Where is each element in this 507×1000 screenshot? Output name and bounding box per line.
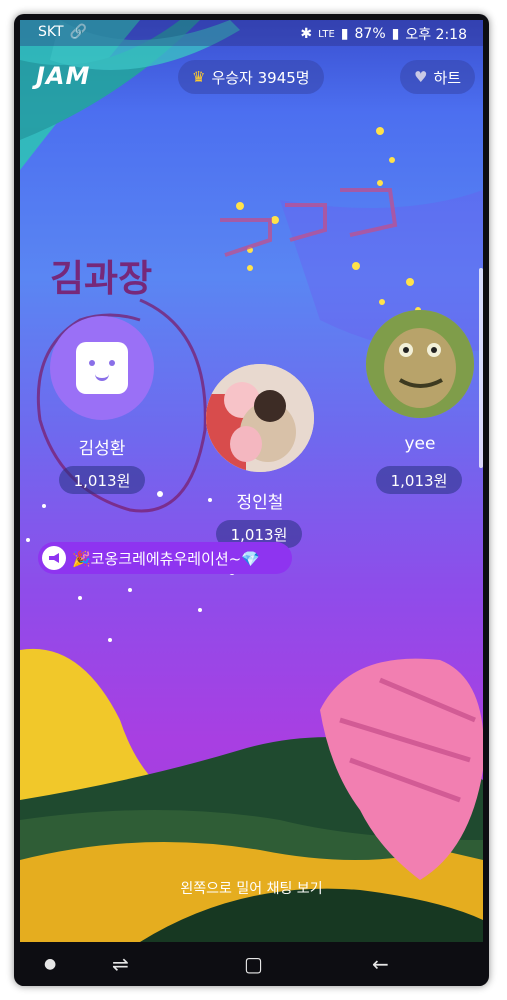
lizard-photo (366, 310, 474, 418)
notice-text: 🎉코옹크레에츄우레이션~💎 (72, 549, 260, 568)
top-bar: JAM ♛ 우승자 3945명 ♥ 하트 (20, 56, 483, 102)
recent-apps-icon[interactable]: ⇌ (112, 952, 129, 976)
heart-button[interactable]: ♥ 하트 (400, 60, 476, 94)
winners-button[interactable]: ♛ 우승자 3945명 (178, 60, 324, 94)
home-button-icon[interactable]: ▢ (244, 952, 263, 976)
bluetooth-icon: ✱ (300, 26, 313, 42)
back-arrow-icon[interactable]: ← (372, 952, 389, 976)
scrollbar[interactable] (479, 268, 483, 468)
smile-face-icon (76, 342, 128, 394)
status-left: SKT 🔗 (38, 24, 87, 40)
link-icon: 🔗 (69, 24, 87, 40)
plush-photo (206, 364, 314, 472)
phone-frame: SKT 🔗 ✱ LTE ▮ 87% ▮ 오후 2:18 JAM ♛ 우승자 39… (14, 14, 489, 986)
player-prize: 1,013원 (376, 466, 462, 494)
notice-banner[interactable]: 🎉코옹크레에츄우레이션~💎 (38, 542, 292, 574)
player-prize: 1,013원 (59, 466, 145, 494)
avatar (206, 364, 314, 472)
swipe-hint: 왼쪽으로 밀어 채팅 보기 (180, 881, 323, 897)
heart-icon: ♥ (414, 68, 428, 86)
status-right: ✱ LTE ▮ 87% ▮ 오후 2:18 (300, 24, 467, 44)
megaphone-icon (42, 546, 66, 570)
player-name: 정인철 (236, 493, 284, 513)
clock: 오후 2:18 (405, 27, 467, 43)
winners-label: 우승자 3945명 (211, 68, 310, 87)
battery-level: 87% (354, 26, 386, 42)
app-screen: SKT 🔗 ✱ LTE ▮ 87% ▮ 오후 2:18 JAM ♛ 우승자 39… (20, 20, 483, 942)
status-bar: SKT 🔗 ✱ LTE ▮ 87% ▮ 오후 2:18 (20, 20, 483, 46)
app-logo: JAM (36, 62, 91, 90)
dot-icon[interactable]: ● (44, 956, 56, 972)
nav-bar: ● ⇌ ▢ ← (20, 944, 483, 986)
avatar (50, 316, 154, 420)
signal-icon: ▮ (340, 26, 349, 42)
lte-label: LTE (318, 28, 335, 40)
carrier-label: SKT (38, 24, 64, 40)
player-name: 김성환 (78, 439, 126, 459)
player-name: yee (404, 434, 436, 454)
avatar (366, 310, 474, 418)
heart-label: 하트 (433, 68, 462, 87)
scribble-name: 김과장 (50, 257, 153, 300)
battery-icon: ▮ (391, 26, 400, 42)
crown-icon: ♛ (192, 68, 206, 86)
